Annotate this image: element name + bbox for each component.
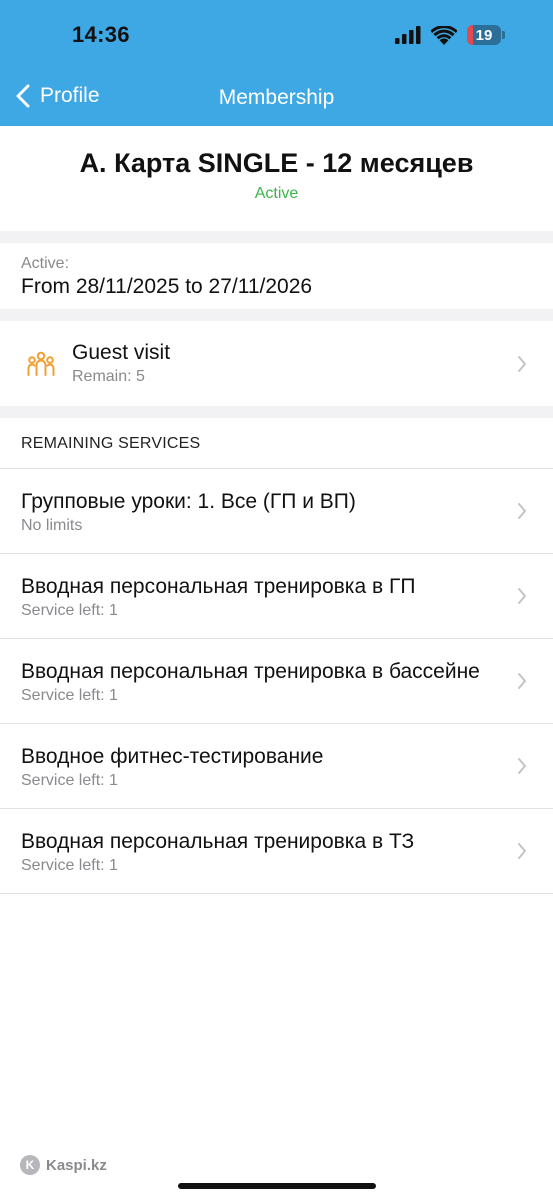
section-divider <box>0 406 553 418</box>
watermark-text: Kaspi.kz <box>46 1156 107 1174</box>
service-row[interactable]: Групповые уроки: 1. Все (ГП и ВП) No limi… <box>0 469 553 554</box>
home-indicator[interactable] <box>178 1183 376 1189</box>
chevron-right-icon <box>518 758 526 774</box>
group-icon <box>27 351 55 376</box>
service-title: Вводная персональная тренировка в бассей… <box>21 660 480 683</box>
service-subtitle: Service left: 1 <box>21 772 118 789</box>
kaspi-logo-icon: K <box>20 1155 40 1175</box>
battery-level: 19 <box>475 26 493 44</box>
section-divider <box>0 231 553 243</box>
status-time: 14:36 <box>72 22 130 47</box>
service-subtitle: No limits <box>21 517 83 534</box>
service-row[interactable]: Вводная персональная тренировка в ТЗ Serv… <box>0 809 553 894</box>
chevron-right-icon <box>518 588 526 604</box>
membership-status: Active <box>254 185 299 202</box>
status-icons: 19 <box>395 25 505 45</box>
chevron-right-icon <box>518 503 526 519</box>
services-list: Групповые уроки: 1. Все (ГП и ВП) No limi… <box>0 469 553 894</box>
membership-period: Active: From 28/11/2025 to 27/11/2026 <box>0 243 553 309</box>
service-title: Вводное фитнес-тестирование <box>21 745 324 768</box>
guest-visit-remaining: Remain: 5 <box>72 368 145 385</box>
battery-fill <box>467 25 474 45</box>
navigation-bar: 14:36 19 Profile Membership <box>0 0 553 126</box>
page-title: Membership <box>218 86 335 109</box>
service-title: Вводная персональная тренировка в ТЗ <box>21 830 415 853</box>
service-subtitle: Service left: 1 <box>21 857 118 874</box>
chevron-right-icon <box>518 356 526 372</box>
watermark: K Kaspi.kz <box>20 1155 107 1175</box>
service-subtitle: Service left: 1 <box>21 602 118 619</box>
service-subtitle: Service left: 1 <box>21 687 118 704</box>
guest-visit-row[interactable]: Guest visit Remain: 5 <box>0 321 553 406</box>
guest-visit-title: Guest visit <box>72 341 171 364</box>
section-divider <box>0 309 553 321</box>
battery-icon: 19 <box>467 25 501 45</box>
remaining-services-heading: REMAINING SERVICES <box>21 435 201 452</box>
service-row[interactable]: Вводная персональная тренировка в бассей… <box>0 639 553 724</box>
battery-tip <box>502 31 505 39</box>
membership-title: A. Карта SINGLE - 12 месяцев <box>79 148 474 178</box>
service-title: Вводная персональная тренировка в ГП <box>21 575 416 598</box>
membership-header: A. Карта SINGLE - 12 месяцев Active <box>0 126 553 231</box>
cellular-signal-icon <box>395 26 421 44</box>
wifi-icon <box>431 25 457 45</box>
chevron-right-icon <box>518 673 526 689</box>
service-row[interactable]: Вводная персональная тренировка в ГП Serv… <box>0 554 553 639</box>
period-label: Active: <box>21 255 70 272</box>
section-heading: REMAINING SERVICES <box>0 418 553 469</box>
service-title: Групповые уроки: 1. Все (ГП и ВП) <box>21 490 356 513</box>
service-row[interactable]: Вводное фитнес-тестирование Service left:… <box>0 724 553 809</box>
chevron-right-icon <box>518 843 526 859</box>
period-value: From 28/11/2025 to 27/11/2026 <box>21 275 313 298</box>
